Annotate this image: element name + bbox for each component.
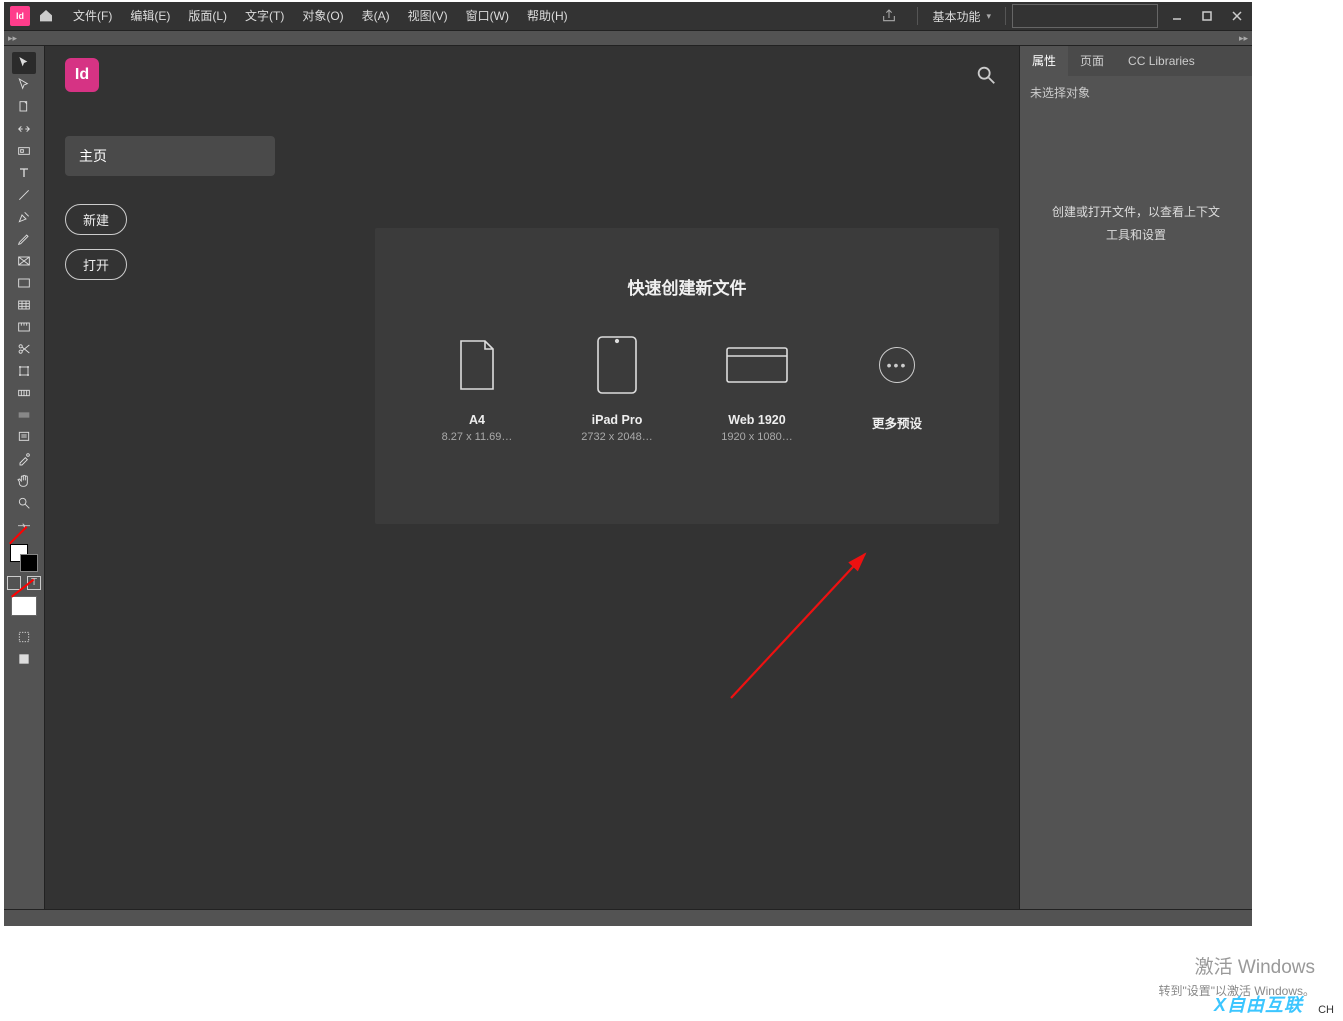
preset-row: A4 8.27 x 11.69… iPad Pro 2732 x 2048…	[375, 333, 999, 448]
indesign-logo-icon: Id	[65, 58, 99, 92]
search-icon[interactable]	[973, 62, 999, 88]
nav-home-tab[interactable]: 主页	[65, 136, 275, 176]
preset-size: 1920 x 1080…	[710, 431, 804, 443]
menu-edit[interactable]: 编辑(E)	[121, 2, 179, 30]
zoom-tool[interactable]	[12, 492, 36, 514]
windows-activate-text: 激活 Windows	[1195, 952, 1315, 979]
more-presets-icon: •••	[850, 333, 944, 397]
tools-panel: T	[4, 46, 45, 909]
indesign-window: Id 文件(F) 编辑(E) 版面(L) 文字(T) 对象(O) 表(A) 视图…	[4, 2, 1252, 923]
gradient-swatch-tool[interactable]	[12, 382, 36, 404]
a4-page-icon	[430, 333, 524, 397]
pencil-tool[interactable]	[12, 228, 36, 250]
menu-view[interactable]: 视图(V)	[399, 2, 457, 30]
msg-line1: 创建或打开文件，以查看上下文	[1052, 205, 1220, 219]
open-button[interactable]: 打开	[65, 249, 127, 280]
properties-panel: 属性 页面 CC Libraries 未选择对象 创建或打开文件，以查看上下文 …	[1019, 46, 1252, 909]
gradient-feather-tool[interactable]	[12, 404, 36, 426]
tab-pages[interactable]: 页面	[1068, 46, 1116, 76]
content-collector-tool[interactable]	[12, 140, 36, 162]
separator	[917, 7, 918, 25]
free-transform-tool[interactable]	[12, 360, 36, 382]
tab-cc-libraries[interactable]: CC Libraries	[1116, 46, 1207, 76]
preset-ipad[interactable]: iPad Pro 2732 x 2048…	[570, 333, 664, 448]
menu-layout[interactable]: 版面(L)	[179, 2, 236, 30]
preset-size	[850, 436, 944, 448]
preset-size: 8.27 x 11.69…	[430, 431, 524, 443]
tab-properties[interactable]: 属性	[1020, 46, 1068, 76]
preset-name: iPad Pro	[570, 413, 664, 427]
hand-tool[interactable]	[12, 470, 36, 492]
home-icon[interactable]	[36, 6, 56, 26]
maximize-button[interactable]	[1192, 4, 1222, 28]
line-tool[interactable]	[12, 184, 36, 206]
preset-name: A4	[430, 413, 524, 427]
watermark-text: X自由互联	[1214, 991, 1303, 1017]
msg-line2: 工具和设置	[1106, 228, 1166, 242]
panel-body: 未选择对象 创建或打开文件，以查看上下文 工具和设置	[1020, 76, 1252, 909]
collapse-panels-icon[interactable]: ▸▸	[1239, 33, 1248, 44]
menu-help[interactable]: 帮助(H)	[518, 2, 577, 30]
ipad-icon	[570, 333, 664, 397]
apply-none-swatch[interactable]	[11, 596, 37, 616]
eyedropper-tool[interactable]	[12, 448, 36, 470]
direct-selection-tool[interactable]	[12, 74, 36, 96]
formatting-container-icon[interactable]	[7, 576, 21, 590]
quick-create-title: 快速创建新文件	[375, 274, 999, 299]
page-tool[interactable]	[12, 96, 36, 118]
ellipsis-icon: •••	[879, 347, 915, 383]
menubar: Id 文件(F) 编辑(E) 版面(L) 文字(T) 对象(O) 表(A) 视图…	[4, 2, 1252, 31]
workspace-switcher[interactable]: 基本功能 ▾	[924, 8, 999, 25]
workspace-label: 基本功能	[932, 8, 980, 25]
note-tool[interactable]	[12, 426, 36, 448]
stroke-swatch[interactable]	[20, 554, 38, 572]
panel-tabs: 属性 页面 CC Libraries	[1020, 46, 1252, 76]
grid-tool[interactable]	[12, 294, 36, 316]
menu-type[interactable]: 文字(T)	[236, 2, 293, 30]
ruler-guide-tool[interactable]	[12, 316, 36, 338]
gap-tool[interactable]	[12, 118, 36, 140]
app-logo-icon: Id	[10, 6, 30, 26]
home-screen: Id 主页 新建 打开 快速创建新文件 A4 8	[45, 46, 1019, 909]
chevron-down-icon: ▾	[986, 11, 991, 22]
help-search-input[interactable]	[1012, 4, 1158, 28]
annotation-arrow	[725, 534, 895, 704]
type-tool[interactable]	[12, 162, 36, 184]
home-header: Id	[45, 46, 1019, 105]
share-icon[interactable]	[879, 6, 899, 26]
fill-stroke-swatch[interactable]	[10, 544, 38, 572]
menu-file[interactable]: 文件(F)	[64, 2, 121, 30]
view-mode-normal[interactable]	[12, 626, 36, 648]
preset-a4[interactable]: A4 8.27 x 11.69…	[430, 333, 524, 448]
panel-empty-message: 创建或打开文件，以查看上下文 工具和设置	[1030, 201, 1242, 247]
main-row: T Id 主页 新建 打开 快速创建新文件	[4, 46, 1252, 909]
preset-size: 2732 x 2048…	[570, 431, 664, 443]
scissors-tool[interactable]	[12, 338, 36, 360]
preset-more[interactable]: ••• 更多预设	[850, 333, 944, 448]
pen-tool[interactable]	[12, 206, 36, 228]
ime-indicator[interactable]: CH	[1315, 1003, 1337, 1017]
browser-icon	[710, 333, 804, 397]
preset-web1920[interactable]: Web 1920 1920 x 1080…	[710, 333, 804, 448]
menu-table[interactable]: 表(A)	[353, 2, 399, 30]
status-bar	[4, 909, 1252, 926]
rectangle-tool[interactable]	[12, 272, 36, 294]
menu-object[interactable]: 对象(O)	[293, 2, 352, 30]
no-selection-label: 未选择对象	[1030, 84, 1242, 101]
home-left-nav: 主页 新建 打开	[65, 136, 275, 280]
close-button[interactable]	[1222, 4, 1252, 28]
separator	[1005, 7, 1006, 25]
control-strip: ▸▸ ▸▸	[4, 31, 1252, 46]
preset-name: Web 1920	[710, 413, 804, 427]
menu-window[interactable]: 窗口(W)	[457, 2, 518, 30]
quick-create-panel: 快速创建新文件 A4 8.27 x 11.69… iPad Pro	[375, 228, 999, 524]
view-mode-preview[interactable]	[12, 648, 36, 670]
minimize-button[interactable]	[1162, 4, 1192, 28]
new-button[interactable]: 新建	[65, 204, 127, 235]
rectangle-frame-tool[interactable]	[12, 250, 36, 272]
preset-name: 更多预设	[850, 413, 944, 432]
selection-tool[interactable]	[12, 52, 36, 74]
collapse-toolbar-icon[interactable]: ▸▸	[8, 33, 17, 44]
